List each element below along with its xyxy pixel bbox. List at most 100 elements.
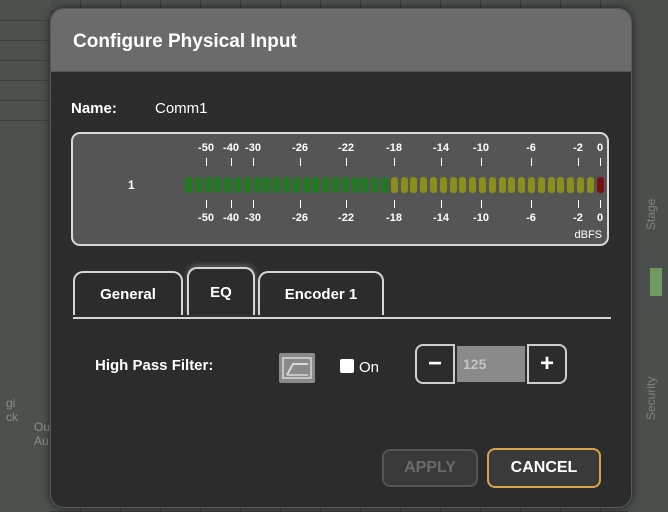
meter-tick-mark — [231, 158, 232, 166]
meter-led-segment — [243, 177, 251, 193]
meter-tick-label: 0 — [596, 142, 604, 154]
high-pass-filter-on-checkbox[interactable] — [340, 359, 354, 373]
meter-led-segment — [312, 177, 320, 193]
meter-tick-label: -26 — [292, 212, 308, 224]
meter-tick-mark — [578, 200, 579, 208]
tab-encoder-1[interactable]: Encoder 1 — [258, 271, 384, 315]
name-label: Name: — [71, 100, 117, 117]
meter-tick-mark — [253, 200, 254, 208]
background-right-panel: Stage Security — [628, 0, 668, 512]
meter-led-segment — [322, 177, 330, 193]
meter-led-segment — [547, 177, 555, 193]
meter-tick-mark — [206, 158, 207, 166]
meter-tick-label: -2 — [573, 142, 583, 154]
increment-button[interactable]: + — [527, 344, 567, 384]
meter-led-segment — [479, 177, 486, 193]
meter-tick-mark — [481, 158, 482, 166]
background-label: Security — [644, 376, 658, 420]
meter-led-segment — [577, 177, 584, 193]
meter-tick-label: -50 — [198, 212, 214, 224]
meter-led-segment — [400, 177, 408, 193]
meter-led-segment — [488, 177, 496, 193]
meter-tick-mark — [441, 200, 442, 208]
high-pass-filter-on-label[interactable]: On — [359, 359, 379, 376]
meter-tick-label: -22 — [338, 212, 354, 224]
meter-led-segment — [224, 177, 232, 193]
meter-led-segment — [557, 177, 565, 193]
meter-tick-mark — [394, 158, 395, 166]
meter-tick-mark — [253, 158, 254, 166]
meter-tick-label: -18 — [386, 212, 402, 224]
meter-led-segment — [214, 177, 222, 193]
meter-led-segment — [537, 177, 545, 193]
meter-tick-label: -40 — [223, 212, 239, 224]
name-value: Comm1 — [155, 100, 208, 117]
meter-led-segment — [439, 177, 447, 193]
meter-led-segment — [302, 177, 310, 193]
meter-tick-label: -50 — [198, 142, 214, 154]
meter-led-segment — [508, 177, 516, 193]
meter-led-segment — [204, 177, 212, 193]
meter-led-segment — [292, 177, 300, 193]
decrement-button[interactable]: − — [415, 344, 455, 384]
meter-led-segment — [361, 177, 369, 193]
meter-tick-mark — [206, 200, 207, 208]
meter-led-segment — [390, 177, 398, 193]
background-indicator — [650, 268, 662, 296]
cancel-button[interactable]: CANCEL — [487, 448, 601, 488]
meter-led-segment — [332, 177, 339, 193]
tab-eq[interactable]: EQ — [187, 267, 255, 315]
meter-tick-mark — [531, 200, 532, 208]
meter-led-segment — [528, 177, 535, 193]
meter-led-segment — [596, 177, 604, 193]
background-label: gi ck — [6, 396, 18, 424]
meter-tick-mark — [346, 200, 347, 208]
meter-tick-mark — [600, 200, 601, 208]
meter-tick-mark — [300, 158, 301, 166]
meter-led-segment — [273, 177, 281, 193]
meter-led-segment — [351, 177, 359, 193]
meter-led-segment — [234, 177, 241, 193]
meter-tick-label: -2 — [573, 212, 583, 224]
meter-tick-label: -10 — [473, 212, 489, 224]
meter-led-segment — [263, 177, 271, 193]
meter-tick-label: -18 — [386, 142, 402, 154]
meter-tick-label: 0 — [596, 212, 604, 224]
meter-tick-label: -10 — [473, 142, 489, 154]
meter-led-segment — [430, 177, 437, 193]
meter-led-segment — [459, 177, 467, 193]
meter-tick-label: -14 — [433, 142, 449, 154]
apply-button[interactable]: APPLY — [382, 449, 478, 487]
background-label: Ou Au — [34, 420, 51, 448]
high-pass-filter-icon[interactable] — [279, 353, 315, 383]
configure-physical-input-dialog: Configure Physical Input Name: Comm1 1 -… — [50, 8, 632, 508]
frequency-field[interactable]: 125 — [457, 346, 525, 382]
meter-led-segment — [371, 177, 379, 193]
meter-tick-mark — [481, 200, 482, 208]
meter-tick-label: -30 — [245, 142, 261, 154]
meter-tick-label: -22 — [338, 142, 354, 154]
meter-tick-mark — [231, 200, 232, 208]
tab-general[interactable]: General — [73, 271, 183, 315]
meter-led-segment — [498, 177, 506, 193]
meter-led-segment — [449, 177, 457, 193]
meter-led-segment — [283, 177, 290, 193]
meter-led-segment — [341, 177, 349, 193]
meter-tick-label: -26 — [292, 142, 308, 154]
meter-tick-mark — [300, 200, 301, 208]
frequency-stepper: − 125 + — [415, 344, 569, 384]
meter-tick-label: -14 — [433, 212, 449, 224]
meter-tick-label: -30 — [245, 212, 261, 224]
meter-tick-label: -40 — [223, 142, 239, 154]
meter-led-segment — [420, 177, 428, 193]
tab-bar: General EQ Encoder 1 — [73, 267, 611, 319]
meter-led-segment — [567, 177, 575, 193]
meter-tick-mark — [346, 158, 347, 166]
meter-tick-mark — [441, 158, 442, 166]
meter-led-segment — [586, 177, 594, 193]
meter-led-segment — [194, 177, 202, 193]
meter-led-segment — [185, 177, 192, 193]
meter-led-segment — [381, 177, 388, 193]
meter-tick-label: -6 — [526, 142, 536, 154]
meter-led-segment — [410, 177, 418, 193]
